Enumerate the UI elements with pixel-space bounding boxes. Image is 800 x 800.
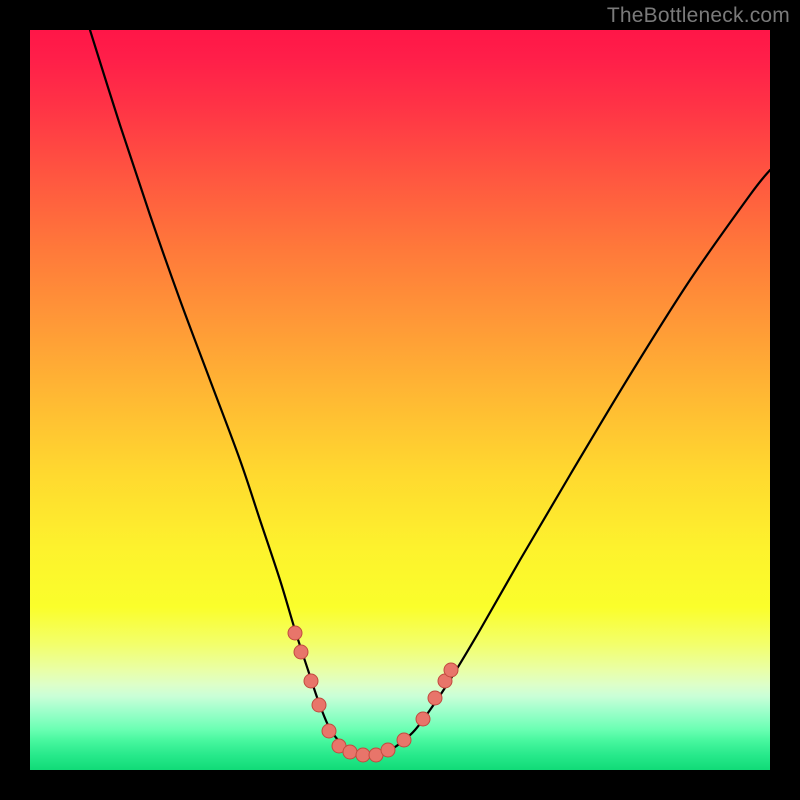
data-point-marker	[356, 748, 370, 762]
data-point-marker	[343, 745, 357, 759]
plot-area	[30, 30, 770, 770]
chart-frame: TheBottleneck.com	[0, 0, 800, 800]
curve-layer	[30, 30, 770, 770]
bottleneck-curve	[90, 30, 770, 755]
data-point-marker	[312, 698, 326, 712]
data-point-marker	[444, 663, 458, 677]
data-point-marker	[322, 724, 336, 738]
data-point-marker	[288, 626, 302, 640]
data-point-marker	[304, 674, 318, 688]
data-point-marker	[416, 712, 430, 726]
data-point-marker	[381, 743, 395, 757]
data-point-marker	[428, 691, 442, 705]
watermark-text: TheBottleneck.com	[607, 4, 790, 28]
data-point-marker	[397, 733, 411, 747]
markers-group	[288, 626, 458, 762]
data-point-marker	[294, 645, 308, 659]
